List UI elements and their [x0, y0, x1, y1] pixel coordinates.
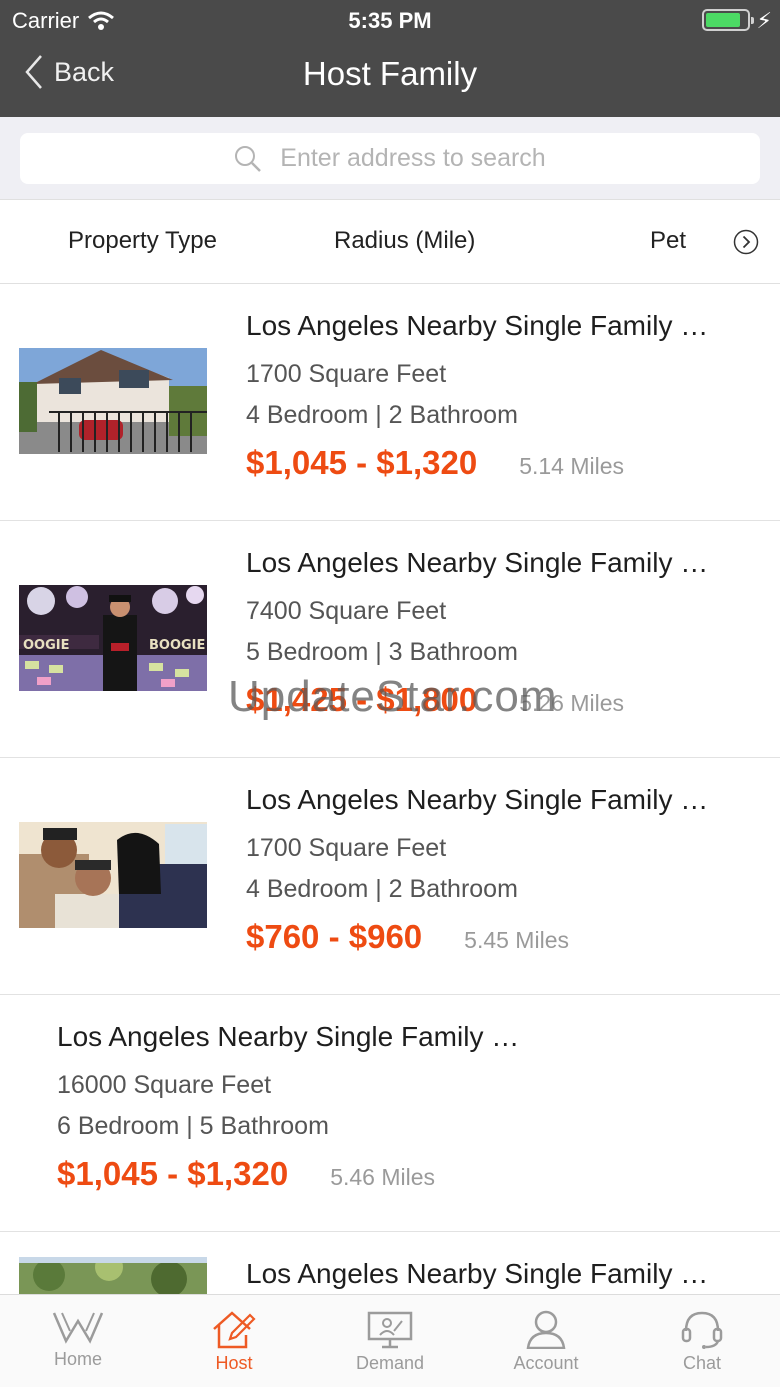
- tab-home[interactable]: Home: [0, 1295, 156, 1387]
- tab-demand[interactable]: Demand: [312, 1295, 468, 1387]
- search-bar: Enter address to search: [0, 117, 780, 199]
- page-title: Host Family: [302, 55, 478, 92]
- listing-title: Los Angeles Nearby Single Family …: [246, 1258, 709, 1289]
- user-icon: [526, 1310, 566, 1349]
- listing-area: 1700 Square Feet: [246, 360, 447, 388]
- tab-label: Chat: [682, 1353, 722, 1373]
- listing-title: Los Angeles Nearby Single Family …: [57, 1021, 520, 1052]
- tab-host[interactable]: Host: [156, 1295, 312, 1387]
- svg-text:BOOGIE: BOOGIE: [149, 638, 205, 653]
- listing-title: Los Angeles Nearby Single Family …: [246, 547, 709, 578]
- search-input[interactable]: Enter address to search: [20, 133, 760, 184]
- filter-radius[interactable]: Radius (Mile): [334, 227, 475, 255]
- listing-price: $1,045 - $1,320: [57, 1155, 289, 1192]
- tab-chat[interactable]: Chat: [624, 1295, 780, 1387]
- listing-distance: 5.46 Miles: [330, 1164, 436, 1190]
- tab-account[interactable]: Account: [468, 1295, 624, 1387]
- listing-area: 1700 Square Feet: [246, 834, 447, 862]
- listing-price: $1,045 - $1,320: [246, 444, 478, 481]
- tab-label: Account: [513, 1353, 579, 1373]
- tab-bar: Home Host Demand Account Chat: [0, 1294, 780, 1387]
- w-logo-icon: [52, 1312, 104, 1344]
- filter-pet[interactable]: Pet: [650, 227, 686, 255]
- chevron-right-circle-icon[interactable]: [733, 229, 759, 255]
- listing-item[interactable]: OOGIE BOOGIE Los Angeles Nearby Single F…: [0, 521, 780, 758]
- status-bar: Carrier 5:35 PM ⚡: [0, 0, 780, 40]
- nav-header: Carrier 5:35 PM ⚡ Back Host Family: [0, 0, 780, 117]
- search-icon: [235, 145, 262, 172]
- battery-icon: [702, 9, 754, 31]
- filter-bar: Property Type Radius (Mile) Pet: [0, 199, 780, 284]
- tab-label: Host: [215, 1353, 253, 1373]
- listing-photo: [19, 348, 207, 454]
- listing-area: 16000 Square Feet: [57, 1071, 272, 1099]
- listing-rooms: 5 Bedroom | 3 Bathroom: [246, 638, 518, 666]
- search-placeholder: Enter address to search: [280, 144, 546, 172]
- watermark-text: UpdateStar.com: [228, 672, 558, 721]
- monitor-person-icon: [367, 1311, 413, 1349]
- tab-label: Home: [53, 1349, 102, 1369]
- listing-area: 7400 Square Feet: [246, 597, 447, 625]
- listing-rooms: 6 Bedroom | 5 Bathroom: [57, 1112, 329, 1140]
- listing-item[interactable]: Los Angeles Nearby Single Family … 1700 …: [0, 284, 780, 521]
- listing-title: Los Angeles Nearby Single Family …: [246, 310, 709, 341]
- listing-distance: 5.45 Miles: [464, 927, 569, 953]
- listing-photo: [19, 1257, 207, 1294]
- listing-title: Los Angeles Nearby Single Family …: [246, 784, 709, 815]
- svg-text:OOGIE: OOGIE: [23, 638, 70, 653]
- listing-item[interactable]: Los Angeles Nearby Single Family … 16000…: [0, 995, 780, 1232]
- listing-rooms: 4 Bedroom | 2 Bathroom: [246, 401, 518, 429]
- listing-distance: 5.14 Miles: [519, 453, 625, 479]
- listing-item[interactable]: Los Angeles Nearby Single Family … 1700 …: [0, 758, 780, 995]
- listing-item[interactable]: Los Angeles Nearby Single Family …: [0, 1232, 780, 1294]
- house-edit-icon: [213, 1311, 256, 1349]
- charging-icon: ⚡: [756, 8, 772, 33]
- tab-label: Demand: [355, 1353, 425, 1373]
- headset-icon: [681, 1311, 723, 1349]
- listing-photo: OOGIE BOOGIE: [19, 585, 207, 691]
- listing-photo: [19, 822, 207, 928]
- listing-rooms: 4 Bedroom | 2 Bathroom: [246, 875, 518, 903]
- clock: 5:35 PM: [348, 8, 432, 33]
- listing-price: $760 - $960: [246, 918, 423, 955]
- filter-property-type[interactable]: Property Type: [68, 227, 217, 255]
